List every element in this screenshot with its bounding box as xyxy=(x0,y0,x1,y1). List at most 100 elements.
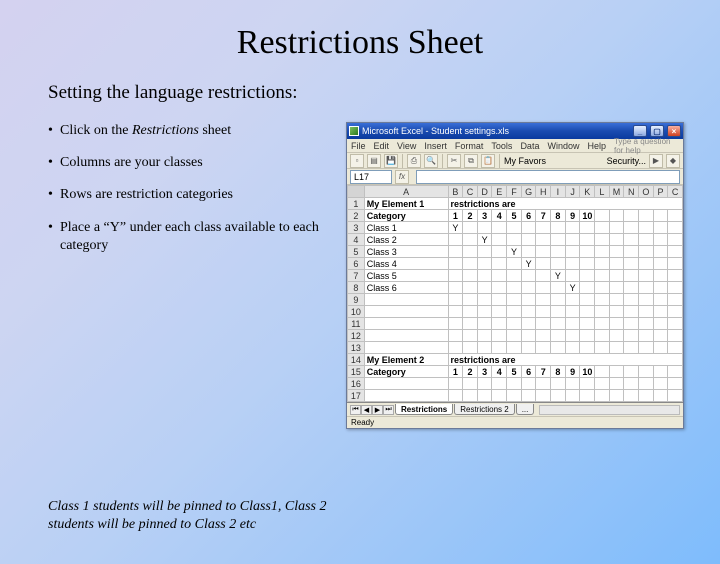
cell[interactable]: 1 xyxy=(448,210,463,222)
cell[interactable] xyxy=(668,294,683,306)
cell[interactable] xyxy=(463,222,478,234)
cell[interactable] xyxy=(609,258,624,270)
cell[interactable] xyxy=(492,270,507,282)
horizontal-scrollbar[interactable] xyxy=(539,405,680,415)
row-header[interactable]: 17 xyxy=(348,390,365,402)
cell[interactable]: 9 xyxy=(565,210,580,222)
cell[interactable] xyxy=(364,306,448,318)
cell[interactable] xyxy=(580,330,595,342)
cell[interactable] xyxy=(653,210,668,222)
cell[interactable] xyxy=(463,378,478,390)
nav-last-icon[interactable]: ⏭ xyxy=(383,405,394,415)
col-header[interactable]: E xyxy=(492,186,507,198)
cell[interactable] xyxy=(463,234,478,246)
cell[interactable] xyxy=(364,390,448,402)
cell[interactable] xyxy=(668,282,683,294)
cell[interactable] xyxy=(565,342,580,354)
cell[interactable] xyxy=(463,342,478,354)
cell[interactable] xyxy=(595,330,610,342)
cell[interactable] xyxy=(507,330,522,342)
cell[interactable] xyxy=(653,306,668,318)
cell[interactable] xyxy=(551,378,566,390)
row-header[interactable]: 8 xyxy=(348,282,365,294)
sheet-tab[interactable]: Restrictions xyxy=(395,404,453,415)
cell[interactable] xyxy=(448,234,463,246)
maximize-button[interactable]: ▢ xyxy=(650,125,664,137)
cell[interactable]: 2 xyxy=(463,366,478,378)
cell[interactable] xyxy=(639,330,654,342)
cell[interactable] xyxy=(639,342,654,354)
cell[interactable] xyxy=(595,270,610,282)
cell[interactable] xyxy=(536,294,551,306)
cell[interactable] xyxy=(624,258,639,270)
col-header[interactable]: M xyxy=(609,186,624,198)
cell[interactable] xyxy=(580,378,595,390)
cell[interactable] xyxy=(595,378,610,390)
col-header[interactable]: I xyxy=(551,186,566,198)
cell[interactable] xyxy=(668,330,683,342)
cell[interactable]: 5 xyxy=(507,210,522,222)
cell[interactable] xyxy=(448,270,463,282)
cell[interactable] xyxy=(609,294,624,306)
cell[interactable] xyxy=(507,318,522,330)
cell[interactable] xyxy=(565,258,580,270)
cell[interactable] xyxy=(492,294,507,306)
cell[interactable] xyxy=(521,342,536,354)
cell[interactable] xyxy=(492,246,507,258)
cell[interactable] xyxy=(551,282,566,294)
cell[interactable] xyxy=(639,390,654,402)
cell[interactable] xyxy=(565,318,580,330)
cell[interactable] xyxy=(364,342,448,354)
cell[interactable] xyxy=(364,294,448,306)
col-header[interactable]: H xyxy=(536,186,551,198)
cell[interactable]: 3 xyxy=(477,210,492,222)
cell[interactable] xyxy=(624,294,639,306)
name-box[interactable]: L17 xyxy=(350,170,392,184)
cell[interactable] xyxy=(477,282,492,294)
cell[interactable] xyxy=(609,330,624,342)
cell[interactable] xyxy=(653,282,668,294)
cell[interactable] xyxy=(580,222,595,234)
copy-icon[interactable]: ⧉ xyxy=(464,154,478,168)
cell[interactable] xyxy=(507,378,522,390)
cell[interactable] xyxy=(551,306,566,318)
cell[interactable] xyxy=(565,378,580,390)
open-icon[interactable]: ▤ xyxy=(367,154,381,168)
cell[interactable] xyxy=(653,270,668,282)
cell[interactable] xyxy=(595,306,610,318)
cell[interactable] xyxy=(595,366,610,378)
cell[interactable] xyxy=(507,258,522,270)
my-favors-label[interactable]: My Favors xyxy=(504,156,546,166)
cell[interactable] xyxy=(536,378,551,390)
cell[interactable] xyxy=(624,390,639,402)
row-header[interactable]: 15 xyxy=(348,366,365,378)
cell[interactable] xyxy=(609,246,624,258)
cell[interactable] xyxy=(521,294,536,306)
col-header[interactable]: P xyxy=(653,186,668,198)
cell[interactable]: Class 1 xyxy=(364,222,448,234)
cell[interactable] xyxy=(653,378,668,390)
cell[interactable] xyxy=(595,210,610,222)
cell[interactable] xyxy=(595,282,610,294)
cell[interactable]: Y xyxy=(477,234,492,246)
vba-icon[interactable]: ◆ xyxy=(666,154,680,168)
cell[interactable] xyxy=(653,318,668,330)
cell[interactable]: restrictions are xyxy=(448,354,683,366)
cell[interactable] xyxy=(595,318,610,330)
cell[interactable] xyxy=(521,330,536,342)
cell[interactable] xyxy=(448,282,463,294)
cell[interactable] xyxy=(624,342,639,354)
cell[interactable] xyxy=(521,270,536,282)
cell[interactable] xyxy=(477,270,492,282)
cell[interactable] xyxy=(364,318,448,330)
macro-icon[interactable]: ▶ xyxy=(649,154,663,168)
row-header[interactable]: 7 xyxy=(348,270,365,282)
menu-help[interactable]: Help xyxy=(587,141,606,151)
cell[interactable] xyxy=(448,294,463,306)
cell[interactable] xyxy=(463,294,478,306)
cell[interactable] xyxy=(463,246,478,258)
cell[interactable] xyxy=(507,222,522,234)
cell[interactable] xyxy=(565,306,580,318)
menu-window[interactable]: Window xyxy=(547,141,579,151)
cell[interactable] xyxy=(492,318,507,330)
